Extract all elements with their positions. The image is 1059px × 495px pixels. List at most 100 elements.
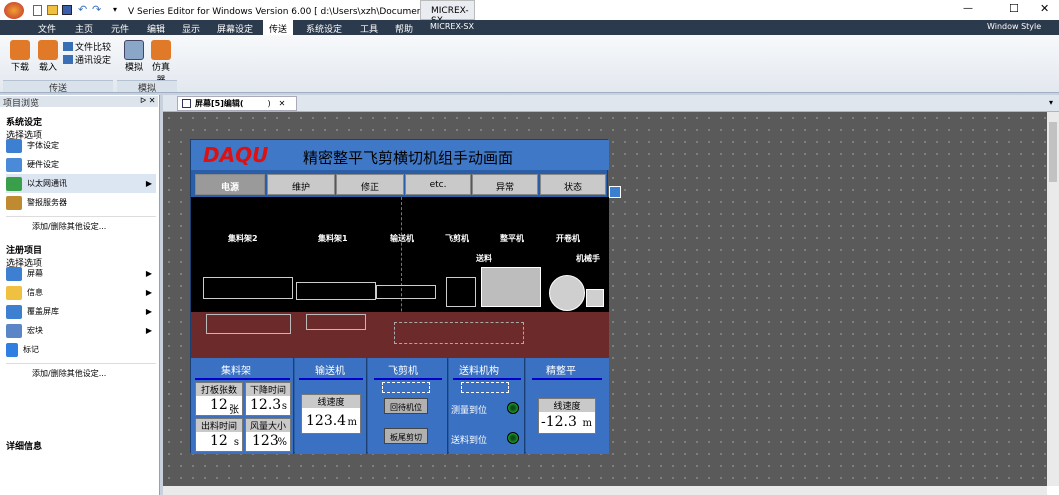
label-conveyor: 输送机 <box>390 234 414 243</box>
window-style-label[interactable]: Window Style <box>987 22 1041 31</box>
item-label: 宏块 <box>27 326 43 335</box>
tail-cut-button[interactable]: 板尾剪切 <box>384 428 428 444</box>
dashed-frame <box>394 322 524 344</box>
download-button[interactable]: 下载 <box>8 40 32 73</box>
nav-abnormal[interactable]: 异常 <box>472 174 538 195</box>
qat-new-icon[interactable] <box>33 5 42 16</box>
menu-screen-setting[interactable]: 屏幕设定 <box>217 22 253 35</box>
qat-redo-icon[interactable]: ↷ <box>92 3 101 16</box>
measure-ready-led <box>507 402 519 414</box>
cell-conveyor-speed[interactable]: 线速度 123.4 m <box>301 394 361 434</box>
cell-air-volume[interactable]: 风量大小 123 % <box>245 418 291 452</box>
label-stacker2: 集料架2 <box>228 234 258 243</box>
nav-etc[interactable]: etc. <box>405 174 471 195</box>
feed-ready-led <box>507 432 519 444</box>
add-label: 添加/删除其他设定... <box>32 368 107 378</box>
tabs-dropdown-icon[interactable]: ▾ <box>1049 98 1053 107</box>
menu-help[interactable]: 帮助 <box>395 22 413 35</box>
cell-unit: s <box>281 401 287 412</box>
menu-home[interactable]: 主页 <box>75 22 93 35</box>
item-overlay-library[interactable]: 覆盖屏库 ▶ <box>6 302 156 321</box>
item-macro[interactable]: 宏块 ▶ <box>6 321 156 340</box>
cell-unit: % <box>277 437 287 448</box>
robot-machine <box>586 289 604 307</box>
menu-element[interactable]: 元件 <box>111 22 129 35</box>
daqu-logo: DAQU <box>203 143 269 167</box>
cell-lower-time[interactable]: 下降时间 12.3 s <box>245 382 291 416</box>
register-add-link[interactable]: 添加/删除其他设定... <box>6 363 156 382</box>
compare-label: 文件比较 <box>75 43 112 53</box>
item-label: 信息 <box>27 288 43 297</box>
comm-setting-button[interactable]: 通讯设定 <box>63 53 111 66</box>
qat-undo-icon[interactable]: ↶ <box>78 3 87 16</box>
screen-icon <box>6 266 22 281</box>
cell-value: 12 <box>210 397 228 413</box>
nav-maintain[interactable]: 维护 <box>267 174 335 195</box>
app-logo-icon[interactable] <box>4 2 24 19</box>
title-bar: ↶ ↷ ▾ V Series Editor for Windows Versio… <box>0 0 1059 26</box>
scroll-thumb[interactable] <box>1049 122 1057 182</box>
ribbon: 下载 载入 文件比较 通讯设定 模拟 仿真器 传送 模拟 <box>0 35 1059 94</box>
sim-icon <box>124 40 144 60</box>
system-add-link[interactable]: 添加/删除其他设定... <box>6 216 156 235</box>
download-label: 下载 <box>10 63 29 73</box>
compare-icon <box>63 42 73 51</box>
qat-save-icon[interactable] <box>62 5 72 15</box>
horizontal-scrollbar[interactable] <box>163 486 1047 495</box>
qat-more-icon[interactable]: ▾ <box>113 5 117 14</box>
chevron-right-icon: ▶ <box>145 307 152 316</box>
resize-handle-icon[interactable] <box>609 186 621 198</box>
panel-stacker: 集料架 打板张数 12 张 下降时间 12.3 s 出料时间 12 s 风量大小… <box>191 358 294 454</box>
menu-transfer[interactable]: 传送 <box>263 20 294 35</box>
item-tag[interactable]: 标记 <box>6 340 156 359</box>
nav-correct[interactable]: 修正 <box>336 174 404 195</box>
close-tab-icon[interactable]: ✕ <box>279 99 286 108</box>
conveyor-underline <box>299 378 363 380</box>
feed-ready-label: 送料到位 <box>451 436 488 446</box>
nav-status[interactable]: 状态 <box>540 174 606 195</box>
vertical-scrollbar[interactable] <box>1047 112 1059 486</box>
font-icon <box>6 138 22 153</box>
maximize-button[interactable]: ☐ <box>1009 2 1019 15</box>
top-doc-tab[interactable]: MICREX-SX <box>420 0 475 26</box>
hardware-icon <box>6 157 22 172</box>
menu-file[interactable]: 文件 <box>38 22 56 35</box>
menu-micrex[interactable]: MICREX-SX <box>430 22 474 31</box>
compare-button[interactable]: 文件比较 <box>63 40 111 53</box>
item-font-setting[interactable]: 字体设定 <box>6 136 156 155</box>
upload-button[interactable]: 载入 <box>36 40 60 73</box>
cell-caption: 风量大小 <box>246 419 290 432</box>
return-standby-button[interactable]: 回待机位 <box>384 398 428 414</box>
hmi-screen[interactable]: DAQU 精密整平飞剪横切机组手动画面 电源 维护 修正 etc. 异常 状态 … <box>190 139 609 454</box>
item-message[interactable]: 信息 ▶ <box>6 283 156 302</box>
cell-board-count[interactable]: 打板张数 12 张 <box>195 382 243 416</box>
label-leveler: 整平机 <box>500 234 524 243</box>
item-hardware-setting[interactable]: 硬件设定 <box>6 155 156 174</box>
item-alarm-server[interactable]: 警报服务器 <box>6 193 156 212</box>
shear-machine <box>446 277 476 307</box>
menu-tools[interactable]: 工具 <box>360 22 378 35</box>
panel-pin-close[interactable]: ᐅ ✕ <box>140 96 155 105</box>
cell-output-time[interactable]: 出料时间 12 s <box>195 418 243 452</box>
nav-power[interactable]: 电源 <box>195 174 265 195</box>
doc-tab-screen5[interactable]: 屏幕[5]编辑( ) ✕ <box>177 96 297 111</box>
item-ethernet[interactable]: 以太网通讯 ▶ <box>6 174 156 193</box>
item-screen[interactable]: 屏幕 ▶ <box>6 264 156 283</box>
item-label: 硬件设定 <box>27 160 59 169</box>
menu-view[interactable]: 显示 <box>182 22 200 35</box>
qat-open-icon[interactable] <box>47 5 58 15</box>
cell-unit: m <box>347 417 357 428</box>
leveler-machine <box>481 267 541 307</box>
leveler-title: 精整平 <box>546 366 576 377</box>
simulate-button[interactable]: 模拟 <box>122 40 146 73</box>
menu-edit[interactable]: 编辑 <box>147 22 165 35</box>
panel-leveler: 精整平 线速度 -12.3 m <box>526 358 609 454</box>
minimize-button[interactable]: — <box>963 3 973 14</box>
item-label: 字体设定 <box>27 141 59 150</box>
cell-value: 12.3 <box>250 397 282 413</box>
close-button[interactable]: ✕ <box>1040 2 1049 15</box>
cell-leveler-speed[interactable]: 线速度 -12.3 m <box>538 398 596 434</box>
menu-system-setting[interactable]: 系统设定 <box>306 22 342 35</box>
cell-value: -12.3 <box>541 414 577 430</box>
cell-value: 123.4 <box>306 413 347 429</box>
